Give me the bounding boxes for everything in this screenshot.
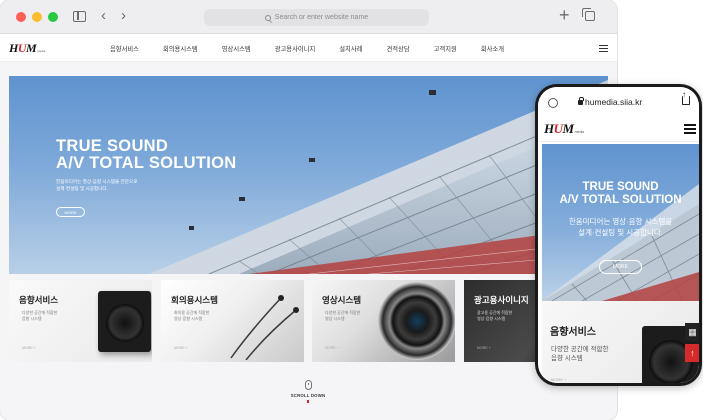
minimize-window-button[interactable] (32, 12, 42, 22)
logo-sub: media (37, 49, 46, 53)
main-menu: 음향서비스 회의용시스템 영상시스템 광고용사이니지 설치사례 견적상담 고객지… (110, 44, 528, 53)
menu-item-estimate[interactable]: 견적상담 (386, 44, 409, 53)
service-cards: 음향서비스 다양한 공간에 적합한 음향 시스템 MORE + 회의용시스템 회… (9, 280, 608, 362)
mobile-card-more-link[interactable]: MORE + (551, 377, 566, 382)
mobile-screen: humedia.siia.kr HUM media (538, 87, 699, 383)
close-window-button[interactable] (16, 12, 26, 22)
stadium-roof-illustration (149, 80, 608, 274)
mobile-url-text: humedia.siia.kr (585, 97, 643, 107)
qr-code-icon: ▦ (688, 326, 697, 337)
service-card-sound[interactable]: 음향서비스 다양한 공간에 적합한 음향 시스템 MORE + (9, 280, 152, 362)
service-card-conference[interactable]: 회의용시스템 회의용 공간에 적합한 영상·음향 시스템 MORE + (161, 280, 304, 362)
card-description-line-2: 영상·음향 시스템 (477, 316, 506, 321)
hero-description-line-2: 설계·컨설팅 및 시공합니다. (56, 186, 108, 191)
back-icon[interactable]: ‹ (101, 8, 106, 24)
hero-title-line-2: A/V TOTAL SOLUTION (56, 154, 237, 172)
mobile-hero-title-line-1: TRUE SOUND (582, 181, 659, 193)
mobile-hero-description-line-1: 한움미디어는 영상·음향 시스템을 (568, 217, 673, 226)
forward-icon[interactable]: › (121, 8, 126, 24)
logo-mark: HUM (9, 41, 37, 55)
site-logo[interactable]: HUM media (9, 42, 45, 54)
mobile-site-logo[interactable]: HUM media (544, 122, 584, 135)
tabs-overview-icon[interactable] (582, 8, 595, 21)
hamburger-menu-icon[interactable] (599, 45, 608, 52)
mobile-hero-description-line-2: 설계·컨설팅 및 시공합니다. (578, 228, 663, 237)
card-description-line-2: 영상·음향 시스템 (174, 316, 203, 321)
card-title: 광고용사이니지 (474, 295, 529, 305)
address-bar[interactable]: Search or enter website name (204, 9, 429, 26)
hero-title-line-1: TRUE SOUND (56, 137, 169, 155)
menu-item-video-system[interactable]: 영상시스템 (222, 44, 251, 53)
menu-item-conference-system[interactable]: 회의용시스템 (163, 44, 198, 53)
logo-sub: media (574, 130, 585, 134)
menu-item-about[interactable]: 회사소개 (481, 44, 504, 53)
stage: ‹ › Search or enter website name + HUM m… (0, 0, 703, 420)
qr-code-button[interactable]: ▦ (685, 323, 699, 341)
mobile-hero-banner: TRUE SOUND A/V TOTAL SOLUTION 한움미디어는 영상·… (542, 144, 699, 301)
search-icon (264, 14, 271, 21)
card-more-link[interactable]: MORE + (174, 346, 188, 350)
menu-item-sound-service[interactable]: 음향서비스 (110, 44, 139, 53)
sidebar-icon[interactable] (73, 11, 86, 22)
mobile-card-description-line-2: 음향 시스템 (551, 355, 583, 362)
logo-mark: HUM (544, 121, 574, 136)
service-card-video[interactable]: 영상시스템 다양한 공간에 적합한 영상 시스템 MORE + (312, 280, 455, 362)
speaker-image (98, 291, 151, 352)
mobile-hero-title-line-2: A/V TOTAL SOLUTION (559, 194, 682, 206)
hero-more-button[interactable]: MORE (56, 207, 85, 217)
menu-item-support[interactable]: 고객지원 (434, 44, 457, 53)
scroll-down-label: SCROLL DOWN (290, 393, 326, 398)
address-placeholder: Search or enter website name (274, 14, 369, 21)
hero-banner: TRUE SOUND A/V TOTAL SOLUTION 한움미디어는 영상·… (9, 76, 608, 274)
scroll-accent-mark (307, 400, 309, 403)
card-title: 영상시스템 (322, 295, 362, 305)
menu-item-signage[interactable]: 광고용사이니지 (275, 44, 316, 53)
card-more-link[interactable]: MORE + (477, 346, 491, 350)
scroll-to-top-button[interactable]: ↑ (685, 344, 699, 362)
mobile-site-header: HUM media (538, 115, 699, 142)
zoom-window-button[interactable] (48, 12, 58, 22)
hero-description-line-1: 한움미디어는 영상·음향 시스템을 전문으로 (56, 179, 138, 184)
browser-toolbar: ‹ › Search or enter website name + (0, 0, 617, 34)
mobile-address-bar: humedia.siia.kr (538, 87, 699, 115)
mobile-hero-more-button[interactable]: MORE (599, 260, 642, 274)
card-title: 음향서비스 (19, 295, 59, 305)
scroll-down-indicator[interactable]: SCROLL DOWN (280, 380, 336, 403)
card-more-link[interactable]: MORE + (325, 346, 339, 350)
desktop-browser-window: ‹ › Search or enter website name + HUM m… (0, 0, 617, 420)
menu-item-cases[interactable]: 설치사례 (339, 44, 362, 53)
arrow-up-icon: ↑ (690, 347, 695, 358)
mobile-hamburger-menu-icon[interactable] (684, 124, 696, 134)
card-description-line-2: 음향 시스템 (22, 316, 42, 321)
site-header: HUM media 음향서비스 회의용시스템 영상시스템 광고용사이니지 설치사… (0, 34, 617, 62)
card-description-line-2: 영상 시스템 (325, 316, 345, 321)
mobile-service-card-sound[interactable]: 음향서비스 다양한 공간에 적합한 음향 시스템 MORE + (542, 301, 699, 383)
mouse-icon (304, 380, 312, 390)
mobile-url[interactable]: humedia.siia.kr (578, 96, 668, 107)
site-settings-icon[interactable] (548, 98, 558, 108)
share-icon[interactable] (682, 90, 690, 105)
camera-lens-image (378, 282, 455, 360)
mobile-phone-frame: humedia.siia.kr HUM media (535, 84, 702, 386)
mobile-card-title: 음향서비스 (550, 327, 596, 338)
microphone-image (230, 295, 299, 360)
new-tab-icon[interactable]: + (559, 6, 570, 24)
card-title: 회의용시스템 (171, 295, 218, 305)
lock-icon (578, 96, 584, 105)
card-more-link[interactable]: MORE + (22, 346, 36, 350)
